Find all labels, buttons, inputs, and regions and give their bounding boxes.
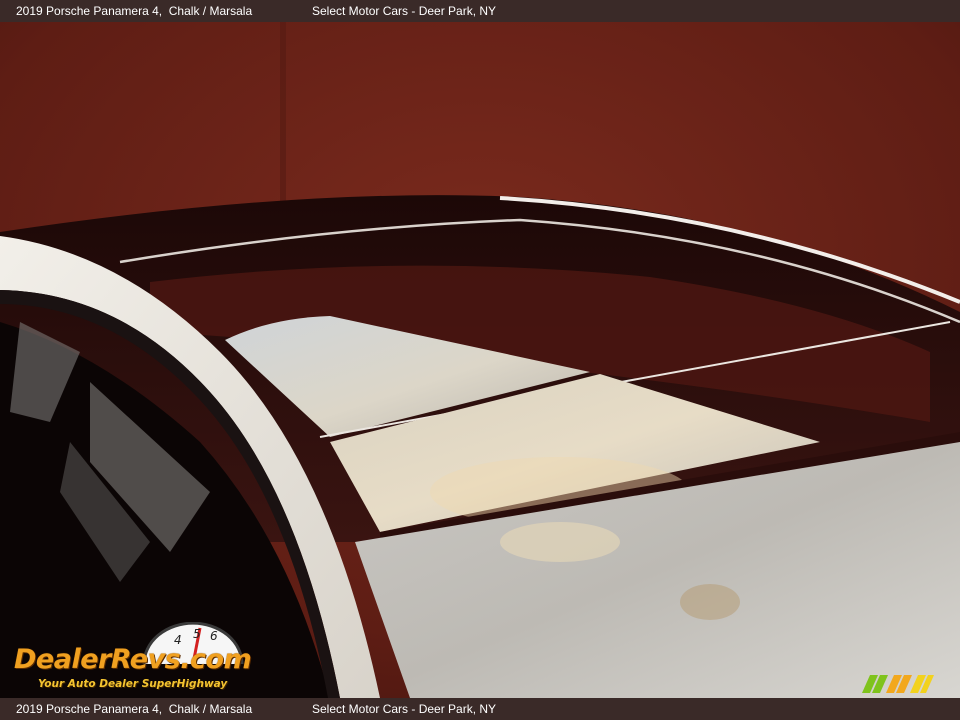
caption-bar-bottom: 2019 Porsche Panamera 4, Chalk / Marsala… <box>0 698 960 720</box>
dealerrevs-watermark: 4 5 6 DealerRevs.com Your Auto Dealer Su… <box>12 622 272 694</box>
dealer-logo-icon <box>862 675 934 693</box>
sunroof-photo-illustration <box>0 22 960 698</box>
watermark-brand: DealerRevs.com <box>14 644 252 675</box>
vehicle-caption: 2019 Porsche Panamera 4, Chalk / Marsala <box>16 702 253 716</box>
gauge-digit: 5 <box>193 627 201 641</box>
caption-bar-top: 2019 Porsche Panamera 4, Chalk / Marsala… <box>0 0 960 22</box>
dealer-caption: Select Motor Cars - Deer Park, NY <box>312 702 497 716</box>
dealer-caption: Select Motor Cars - Deer Park, NY <box>312 4 497 18</box>
car-photo <box>0 22 960 698</box>
watermark-tagline: Your Auto Dealer SuperHighway <box>38 678 228 690</box>
vehicle-caption: 2019 Porsche Panamera 4, Chalk / Marsala <box>16 4 253 18</box>
gauge-digit: 6 <box>210 629 218 643</box>
